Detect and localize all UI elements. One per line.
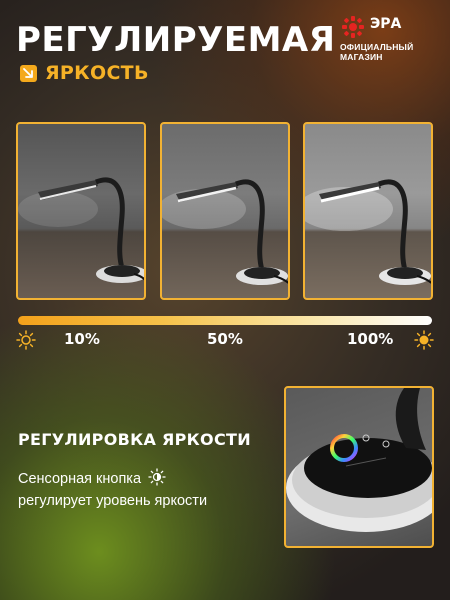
section-title: РЕГУЛИРОВКА ЯРКОСТИ (18, 430, 251, 449)
page-subtitle: ЯРКОСТЬ (45, 62, 149, 84)
level-label-high: 100% (347, 330, 394, 348)
brand-name: ЭРА (370, 16, 402, 32)
lamp-photo-high (303, 122, 433, 300)
brand-tagline-line1: ОФИЦИАЛЬНЫЙ (340, 42, 414, 52)
brightness-touch-icon (148, 468, 166, 486)
level-label-mid: 50% (207, 330, 243, 348)
section-description: Сенсорная кнопка регулирует уровень ярко… (18, 468, 278, 512)
sun-filled-icon (414, 330, 434, 350)
lamp-photo-low (16, 122, 146, 300)
brightness-bar (18, 316, 432, 325)
page-title: РЕГУЛИРУЕМАЯ (16, 20, 336, 60)
sun-outline-icon (16, 330, 36, 350)
diagonal-arrow-icon (20, 64, 37, 82)
lamp-photo-mid (160, 122, 290, 300)
brand-tagline: ОФИЦИАЛЬНЫЙ МАГАЗИН (340, 42, 445, 62)
subtitle-row: ЯРКОСТЬ (20, 62, 149, 84)
lamp-base-closeup (284, 386, 434, 548)
brand-block[interactable]: ЭРА ОФИЦИАЛЬНЫЙ МАГАЗИН (340, 14, 445, 62)
era-logo-icon (342, 16, 364, 38)
description-line1: Сенсорная кнопка (18, 471, 142, 487)
brand-tagline-line2: МАГАЗИН (340, 52, 383, 62)
level-label-low: 10% (64, 330, 100, 348)
description-line2: регулирует уровень яркости (18, 493, 208, 509)
